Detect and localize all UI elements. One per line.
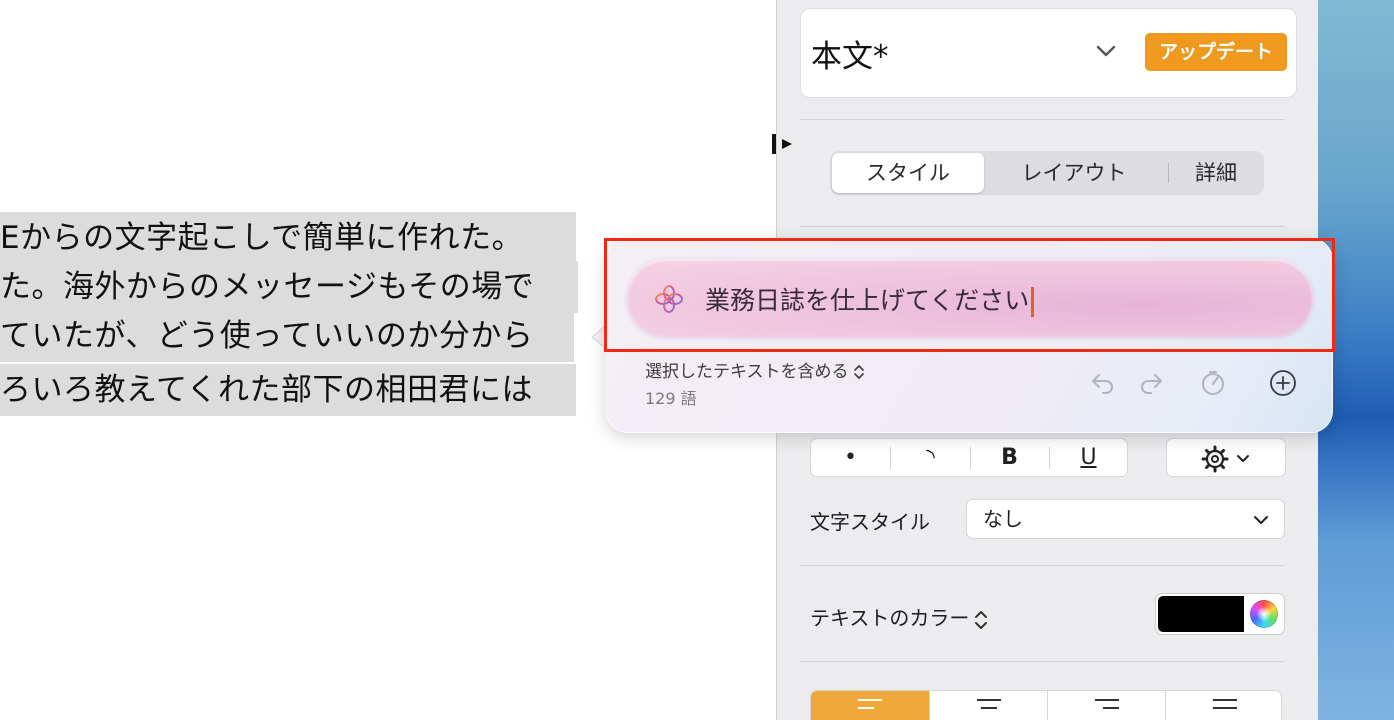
align-right-button[interactable] (1047, 691, 1165, 720)
chevron-down-icon[interactable] (1094, 39, 1118, 63)
document-line[interactable]: た。海外からのメッセージもその場で (0, 261, 578, 313)
up-down-chevron-icon (975, 610, 988, 629)
tab-separator (1168, 163, 1169, 183)
italic-button[interactable]: ◝ (891, 439, 970, 476)
align-left-button[interactable] (811, 691, 929, 720)
character-style-value: なし (983, 507, 1023, 531)
undo-icon[interactable] (1089, 369, 1117, 397)
document-line[interactable]: ろいろ教えてくれた部下の相田君には (0, 364, 576, 416)
text-color-well[interactable] (1155, 593, 1285, 635)
document-line[interactable]: ていたが、どう使っていいのか分から (0, 310, 574, 362)
text-caret (1031, 287, 1035, 317)
ai-prompt-field[interactable]: 業務日誌を仕上げてください (627, 259, 1313, 337)
apple-intelligence-icon (655, 285, 683, 313)
divider (800, 565, 1285, 566)
word-count: 129 語 (645, 389, 697, 408)
include-selection-text: 選択したテキストを含める (645, 362, 849, 382)
divider (800, 661, 1285, 662)
speed-icon[interactable] (1199, 369, 1227, 397)
add-icon[interactable] (1269, 369, 1297, 397)
advanced-options-button[interactable] (1166, 438, 1286, 477)
tab-style[interactable]: スタイル (832, 153, 984, 193)
ai-prompt-value: 業務日誌を仕上げてください (705, 286, 1030, 315)
text-color-label-text: テキストのカラー (810, 606, 970, 630)
divider (800, 119, 1285, 120)
up-down-chevron-icon (853, 365, 864, 379)
justify-button[interactable] (1165, 691, 1281, 720)
text-format-buttons: • ◝ B U (810, 438, 1128, 477)
bold-button[interactable]: B (970, 439, 1049, 476)
character-style-label: 文字スタイル (810, 510, 930, 534)
chevron-down-icon (1254, 516, 1268, 524)
redo-icon[interactable] (1137, 369, 1165, 397)
paragraph-style-name[interactable]: 本文* (811, 31, 889, 76)
color-wheel-icon[interactable] (1250, 600, 1278, 628)
panel-toggle-icon[interactable] (772, 132, 796, 156)
character-style-select[interactable]: なし (966, 499, 1285, 539)
align-center-button[interactable] (929, 691, 1047, 720)
ai-prompt-text[interactable]: 業務日誌を仕上げてください (705, 281, 1035, 317)
update-style-button[interactable]: アップデート (1145, 33, 1287, 71)
color-swatch[interactable] (1158, 596, 1244, 632)
text-color-label[interactable]: テキストのカラー (810, 602, 989, 631)
bullet-button[interactable]: • (811, 439, 890, 476)
chevron-down-icon (1237, 455, 1249, 462)
divider (800, 226, 1285, 227)
paragraph-style-card[interactable]: 本文* アップデート (800, 8, 1297, 98)
underline-button[interactable]: U (1049, 439, 1128, 476)
document-line[interactable]: Eからの文字起こしで簡単に作れた。 (0, 212, 576, 264)
include-selection-toggle[interactable]: 選択したテキストを含める (645, 357, 865, 382)
sidebar-tabs: スタイル レイアウト 詳細 (830, 151, 1264, 195)
alignment-buttons (810, 690, 1282, 720)
tab-details[interactable]: 詳細 (1170, 153, 1262, 193)
gear-icon (1201, 445, 1229, 473)
tab-layout[interactable]: レイアウト (986, 153, 1162, 193)
writing-tools-popover: 業務日誌を仕上げてください 選択したテキストを含める 129 語 (606, 238, 1333, 433)
